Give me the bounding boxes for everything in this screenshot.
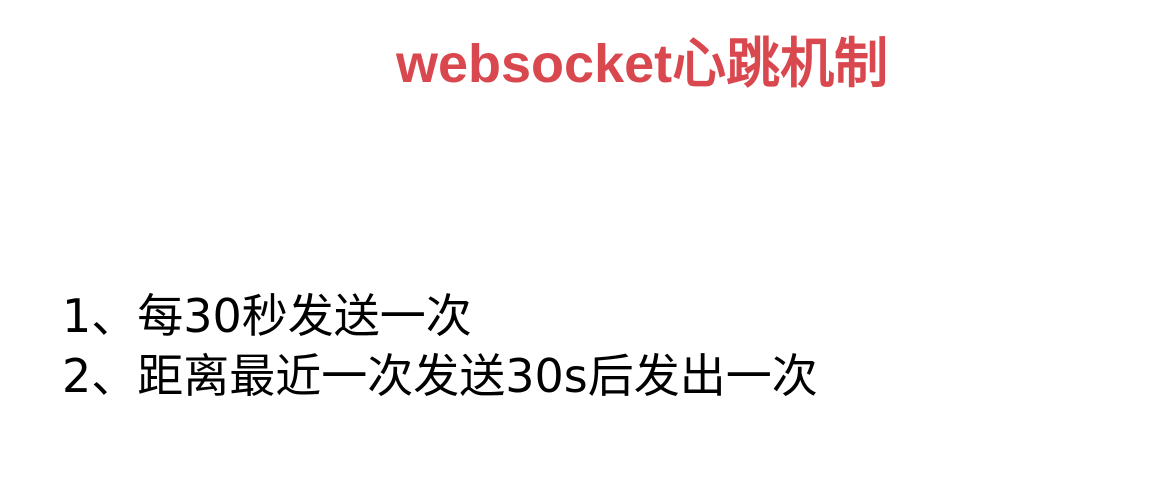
list-item: 1、每30秒发送一次 (62, 289, 472, 343)
slide-title: websocket心跳机制 (396, 34, 889, 94)
slide: websocket心跳机制 1、每30秒发送一次 2、距离最近一次发送30s后发… (0, 0, 1171, 482)
item-list: 1、每30秒发送一次 2、距离最近一次发送30s后发出一次 (62, 286, 818, 406)
list-item: 2、距离最近一次发送30s后发出一次 (62, 349, 818, 403)
